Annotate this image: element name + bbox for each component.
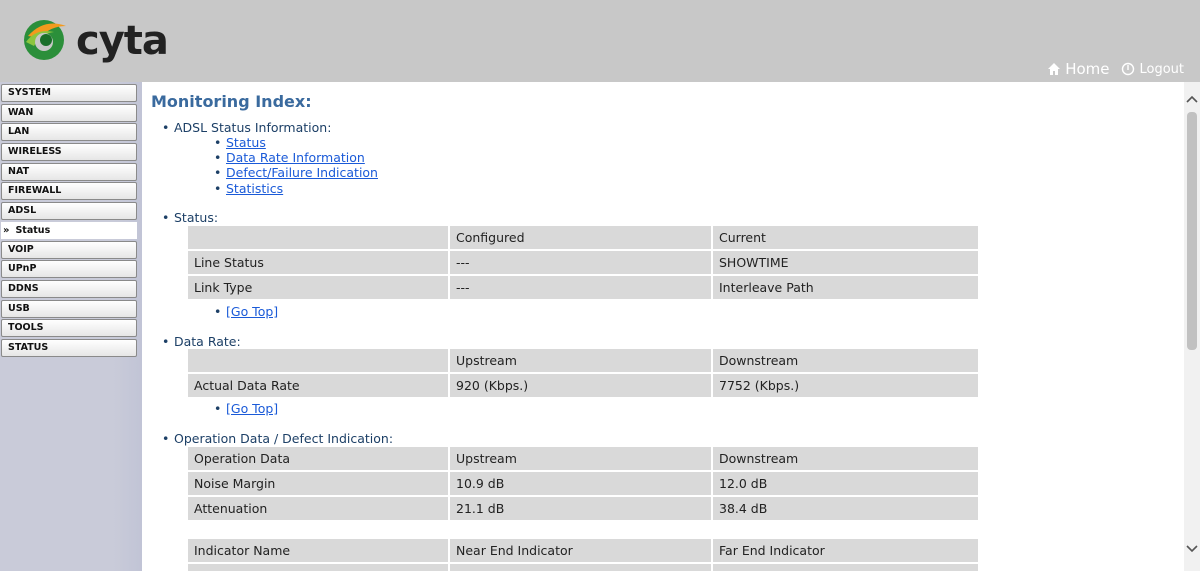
table-cell: Link Type <box>188 276 450 299</box>
table-header-cell: Current <box>713 226 978 249</box>
link-statistics[interactable]: Statistics <box>214 181 283 196</box>
sidebar-item-firewall[interactable]: FIREWALL <box>1 182 137 201</box>
table-row: Line Status --- SHOWTIME <box>188 251 978 274</box>
page-title: Monitoring Index: <box>151 92 312 111</box>
table-header-row: Configured Current <box>188 226 978 249</box>
table-header-row: Operation Data Upstream Downstream <box>188 447 978 470</box>
table-cell: 10.9 dB <box>450 472 713 495</box>
double-chevron-right-icon: » <box>3 224 10 236</box>
home-link[interactable]: Home <box>1047 60 1109 78</box>
table-cell: 7752 (Kbps.) <box>713 374 978 397</box>
chevron-down-icon[interactable] <box>1184 540 1200 556</box>
table-row <box>188 564 978 571</box>
table-header-cell: Upstream <box>450 447 713 470</box>
main-content: Monitoring Index: ADSL Status Informatio… <box>142 82 1184 571</box>
table-header-cell: Downstream <box>713 349 978 372</box>
table-cell: Actual Data Rate <box>188 374 450 397</box>
sidebar-subitem-label: Status <box>15 224 51 236</box>
table-cell: SHOWTIME <box>713 251 978 274</box>
vertical-scrollbar[interactable] <box>1184 82 1200 571</box>
logout-label: Logout <box>1139 61 1184 77</box>
link-status[interactable]: Status <box>214 135 266 150</box>
table-header-row: Indicator Name Near End Indicator Far En… <box>188 539 978 562</box>
sidebar-item-status[interactable]: STATUS <box>1 338 137 357</box>
table-row: Noise Margin 10.9 dB 12.0 dB <box>188 472 978 495</box>
table-cell: 920 (Kbps.) <box>450 374 713 397</box>
table-header-cell <box>188 226 450 249</box>
go-top-link[interactable]: [Go Top] <box>214 401 278 416</box>
link-defect-failure[interactable]: Defect/Failure Indication <box>214 165 378 180</box>
sidebar-item-tools[interactable]: TOOLS <box>1 319 137 338</box>
indicator-table: Indicator Name Near End Indicator Far En… <box>188 537 978 571</box>
section-status: Status: <box>162 210 218 225</box>
sidebar-item-ddns[interactable]: DDNS <box>1 279 137 298</box>
sidebar-item-wireless[interactable]: WIRELESS <box>1 143 137 162</box>
table-cell: --- <box>450 251 713 274</box>
table-cell: --- <box>450 276 713 299</box>
top-links: Home Logout <box>1047 60 1184 78</box>
sidebar-item-wan[interactable]: WAN <box>1 103 137 122</box>
table-row: Actual Data Rate 920 (Kbps.) 7752 (Kbps.… <box>188 374 978 397</box>
sidebar-item-lan[interactable]: LAN <box>1 123 137 142</box>
sidebar: SYSTEM WAN LAN WIRELESS NAT FIREWALL ADS… <box>0 82 142 571</box>
sidebar-subitem-status[interactable]: » Status <box>1 221 137 239</box>
go-top-link[interactable]: [Go Top] <box>214 304 278 319</box>
table-cell: Line Status <box>188 251 450 274</box>
header-bar: cyta Home Logout <box>0 0 1200 82</box>
brand-name: cyta <box>76 18 169 64</box>
sidebar-item-system[interactable]: SYSTEM <box>1 84 137 102</box>
chevron-up-icon[interactable] <box>1184 92 1200 108</box>
data-rate-table: Upstream Downstream Actual Data Rate 920… <box>188 347 978 399</box>
table-cell: Noise Margin <box>188 472 450 495</box>
table-header-cell <box>188 349 450 372</box>
table-cell: 21.1 dB <box>450 497 713 520</box>
table-cell: 38.4 dB <box>713 497 978 520</box>
operation-data-table: Operation Data Upstream Downstream Noise… <box>188 445 978 522</box>
table-cell <box>188 564 450 571</box>
table-cell <box>713 564 978 571</box>
sidebar-item-nat[interactable]: NAT <box>1 162 137 181</box>
house-icon <box>1048 63 1061 75</box>
table-header-cell: Operation Data <box>188 447 450 470</box>
table-cell <box>450 564 713 571</box>
table-row: Attenuation 21.1 dB 38.4 dB <box>188 497 978 520</box>
table-cell: Attenuation <box>188 497 450 520</box>
link-data-rate[interactable]: Data Rate Information <box>214 150 365 165</box>
logout-link[interactable]: Logout <box>1121 60 1184 78</box>
table-header-cell: Upstream <box>450 349 713 372</box>
scrollbar-thumb[interactable] <box>1187 112 1197 350</box>
status-table: Configured Current Line Status --- SHOWT… <box>188 224 978 301</box>
sidebar-item-voip[interactable]: VOIP <box>1 240 137 259</box>
sidebar-menu: SYSTEM WAN LAN WIRELESS NAT FIREWALL ADS… <box>1 84 137 359</box>
table-header-cell: Configured <box>450 226 713 249</box>
cyta-logo: cyta <box>20 12 170 72</box>
table-header-cell: Downstream <box>713 447 978 470</box>
sidebar-item-upnp[interactable]: UPnP <box>1 260 137 279</box>
logo-swirl-icon <box>24 20 66 60</box>
table-header-cell: Near End Indicator <box>450 539 713 562</box>
power-icon <box>1122 62 1135 76</box>
sidebar-item-adsl[interactable]: ADSL <box>1 202 137 221</box>
section-operation-data: Operation Data / Defect Indication: <box>162 431 393 446</box>
section-adsl-info: ADSL Status Information: <box>162 120 331 135</box>
table-header-cell: Far End Indicator <box>713 539 978 562</box>
home-label: Home <box>1065 60 1110 78</box>
table-header-cell: Indicator Name <box>188 539 450 562</box>
table-header-row: Upstream Downstream <box>188 349 978 372</box>
sidebar-item-usb[interactable]: USB <box>1 299 137 318</box>
table-cell: 12.0 dB <box>713 472 978 495</box>
table-cell: Interleave Path <box>713 276 978 299</box>
table-row: Link Type --- Interleave Path <box>188 276 978 299</box>
